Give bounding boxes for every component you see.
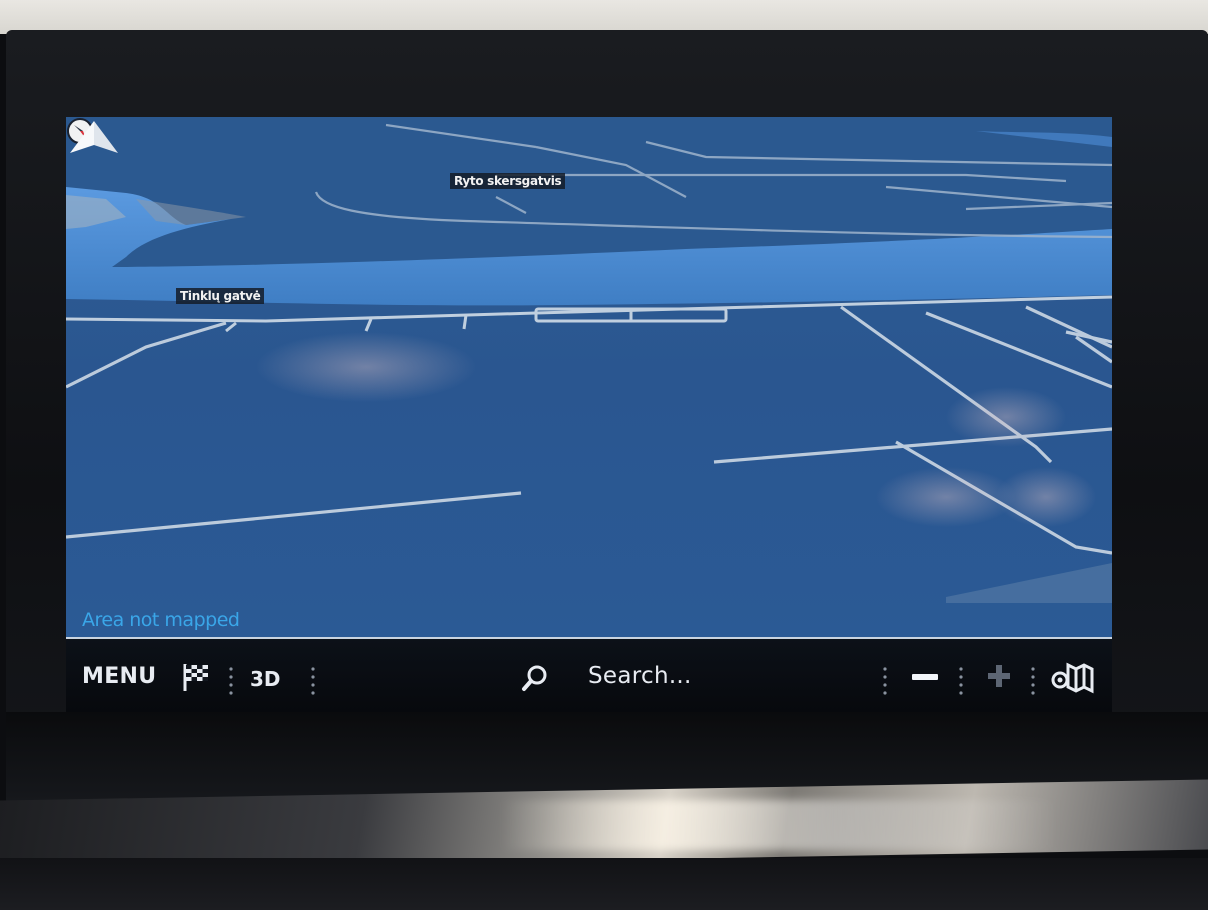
- zoom-in-button[interactable]: [986, 663, 1012, 689]
- search-field[interactable]: Search...: [588, 663, 692, 689]
- navigation-arrow-icon: [70, 121, 118, 153]
- screen-reflection: [946, 387, 1066, 447]
- toolbar-separator: [311, 667, 315, 695]
- toolbar-separator: [1031, 667, 1035, 695]
- zoom-out-button[interactable]: [910, 665, 940, 689]
- screen-reflection: [256, 332, 476, 402]
- menu-button[interactable]: MENU: [82, 664, 156, 689]
- street-label-tinklu: Tinklų gatvė: [176, 288, 265, 304]
- dashboard-lower: [0, 858, 1208, 910]
- map-layers-icon[interactable]: [1050, 661, 1096, 695]
- checkered-flag-icon[interactable]: [180, 661, 212, 693]
- screen-reflection: [876, 467, 1016, 527]
- area-status-text: Area not mapped: [82, 609, 240, 631]
- map-view[interactable]: Ryto skersgatvis Tinklų gatvė Area not m…: [66, 117, 1112, 639]
- screen-reflection: [996, 467, 1096, 527]
- toolbar-separator: [229, 667, 233, 695]
- map-canvas: [66, 117, 1112, 603]
- view-mode-button[interactable]: 3D: [250, 667, 281, 691]
- toolbar-separator: [959, 667, 963, 695]
- navigation-screen: Ryto skersgatvis Tinklų gatvė Area not m…: [66, 117, 1112, 712]
- background-wall: [0, 0, 1208, 34]
- land-patch-se: [946, 563, 1112, 603]
- bottom-toolbar: MENU 3D Search...: [66, 639, 1112, 712]
- toolbar-separator: [883, 667, 887, 695]
- magnifier-icon[interactable]: [521, 664, 549, 692]
- trim-reflection: [500, 800, 1060, 850]
- street-label-ryto: Ryto skersgatvis: [450, 173, 566, 189]
